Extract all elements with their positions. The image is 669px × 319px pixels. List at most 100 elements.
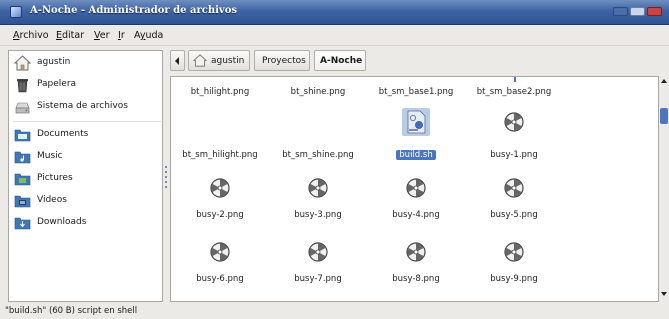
menu-label: er: [99, 30, 110, 41]
sidebar-item-pictures[interactable]: Pictures: [13, 169, 161, 189]
file-name: busy-8.png: [392, 274, 440, 284]
sidebar-item-downloads[interactable]: Downloads: [13, 213, 161, 233]
places-sidebar: agustin Papelera Sistema de archivos Doc…: [8, 50, 163, 302]
menu-label: rchivo: [19, 30, 49, 41]
file-item[interactable]: busy-1.png: [465, 110, 563, 170]
folder-icon: [14, 173, 31, 186]
sidebar-item-label: Pictures: [37, 173, 73, 183]
file-name: bt_sm_base2.png: [476, 87, 552, 97]
script-icon: [407, 110, 426, 134]
status-bar: "build.sh" (60 B) script en shell: [0, 303, 669, 319]
busy-image-icon: [504, 242, 524, 262]
file-name: build.sh: [396, 150, 436, 160]
sidebar-item-home[interactable]: agustin: [13, 53, 161, 73]
sidebar-item-label: Downloads: [37, 217, 87, 227]
file-name: bt_sm_base1.png: [378, 87, 454, 97]
busy-image-icon: [308, 178, 328, 198]
file-item[interactable]: busy-3.png: [269, 176, 367, 236]
path-crumb-home[interactable]: agustin: [188, 50, 250, 71]
folder-icon: [14, 129, 31, 142]
folder-icon: [14, 217, 31, 230]
title-bar[interactable]: A-Noche - Administrador de archivos: [0, 0, 669, 25]
file-name: busy-4.png: [392, 210, 440, 220]
splitter-handle[interactable]: [164, 166, 168, 188]
sidebar-item-papelera[interactable]: Papelera: [13, 75, 161, 95]
file-item[interactable]: busy-7.png: [269, 240, 367, 300]
file-item[interactable]: busy-8.png: [367, 240, 465, 300]
home-icon: [193, 54, 207, 67]
vertical-scrollbar[interactable]: [659, 76, 669, 302]
folder-icon: [14, 151, 31, 164]
menu-bar: Archivo Editar Ver Ir Ayuda: [0, 25, 669, 46]
file-name: busy-9.png: [490, 274, 538, 284]
path-crumb-label: A-Noche: [320, 56, 363, 66]
home-icon: [14, 55, 31, 71]
file-view[interactable]: bt_hilight.png bt_shine.png bt_sm_base1.…: [170, 76, 659, 302]
menu-editar[interactable]: Editar: [56, 30, 84, 41]
drive-icon: [15, 102, 30, 114]
sidebar-item-music[interactable]: Music: [13, 147, 161, 167]
file-name: busy-5.png: [490, 210, 538, 220]
file-item[interactable]: busy-2.png: [171, 176, 269, 236]
busy-image-icon: [504, 112, 524, 132]
path-bar: agustin Proyectos A-Noche: [170, 50, 390, 72]
sidebar-item-label: Papelera: [37, 79, 77, 89]
busy-image-icon: [406, 178, 426, 198]
maximize-button[interactable]: [630, 7, 645, 16]
scroll-down-icon[interactable]: [661, 292, 667, 296]
path-back-button[interactable]: [170, 50, 185, 71]
path-crumb-label: agustin: [211, 56, 245, 66]
file-name: bt_shine.png: [290, 87, 346, 97]
sidebar-item-label: Sistema de archivos: [37, 101, 128, 111]
file-item[interactable]: busy-5.png: [465, 176, 563, 236]
file-name: busy-2.png: [196, 210, 244, 220]
path-crumb-label: Proyectos: [262, 56, 306, 66]
status-text: "build.sh" (60 B) script en shell: [5, 306, 138, 316]
sidebar-item-sistema[interactable]: Sistema de archivos: [13, 97, 161, 117]
menu-ver[interactable]: Ver: [94, 30, 110, 41]
file-item[interactable]: busy-4.png: [367, 176, 465, 236]
file-name: bt_hilight.png: [190, 87, 250, 97]
file-item[interactable]: bt_sm_shine.png: [269, 110, 367, 170]
scroll-up-icon[interactable]: [661, 79, 667, 83]
window-controls: [613, 7, 663, 17]
menu-ir[interactable]: Ir: [118, 30, 125, 41]
sidebar-item-documents[interactable]: Documents: [13, 125, 161, 145]
file-name: bt_sm_hilight.png: [182, 150, 258, 160]
minimize-button[interactable]: [613, 7, 628, 16]
file-item-selected[interactable]: build.sh: [367, 108, 465, 170]
menu-label: r: [120, 30, 125, 41]
sidebar-item-label: Music: [37, 151, 63, 161]
menu-label: ditar: [62, 30, 85, 41]
menu-ayuda[interactable]: Ayuda: [134, 30, 163, 41]
app-icon: [10, 6, 22, 18]
scroll-indicator: [514, 77, 516, 82]
busy-image-icon: [308, 242, 328, 262]
busy-image-icon: [406, 242, 426, 262]
file-item[interactable]: busy-6.png: [171, 240, 269, 300]
busy-image-icon: [210, 178, 230, 198]
window-title: A-Noche - Administrador de archivos: [30, 5, 238, 16]
close-button[interactable]: [647, 7, 662, 16]
sidebar-item-videos[interactable]: Videos: [13, 191, 161, 211]
path-crumb-proyectos[interactable]: Proyectos: [254, 50, 310, 71]
folder-icon: [14, 195, 31, 208]
scrollbar-thumb[interactable]: [660, 108, 668, 124]
chevron-left-icon: [175, 57, 179, 65]
sidebar-item-label: agustin: [37, 57, 71, 67]
file-name: busy-3.png: [294, 210, 342, 220]
sidebar-separator: [13, 121, 161, 122]
menu-label: uda: [145, 30, 164, 41]
file-name: busy-1.png: [490, 150, 538, 160]
file-item[interactable]: busy-9.png: [465, 240, 563, 300]
busy-image-icon: [210, 242, 230, 262]
trash-icon: [17, 79, 28, 93]
sidebar-item-label: Videos: [37, 195, 67, 205]
menu-archivo[interactable]: Archivo: [13, 30, 49, 41]
path-crumb-current[interactable]: A-Noche: [314, 50, 366, 71]
file-name: busy-7.png: [294, 274, 342, 284]
busy-image-icon: [504, 178, 524, 198]
sidebar-item-label: Documents: [37, 129, 89, 139]
file-name: busy-6.png: [196, 274, 244, 284]
file-item[interactable]: bt_sm_hilight.png: [171, 110, 269, 170]
